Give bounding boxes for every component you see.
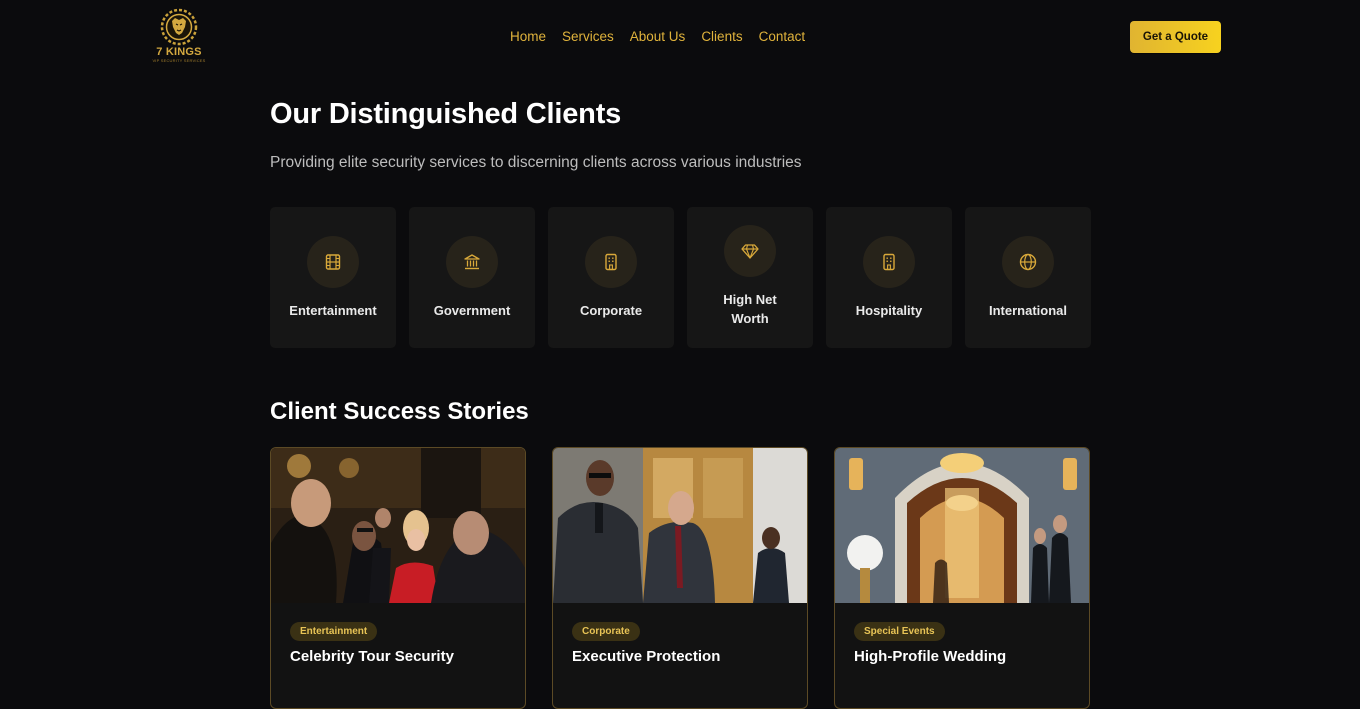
brand-name: 7 KINGS — [156, 46, 202, 58]
nav-clients[interactable]: Clients — [701, 28, 742, 46]
category-label: International — [988, 303, 1067, 318]
page-title: Our Distinguished Clients — [270, 98, 622, 130]
story-category-badge: Special Events — [854, 622, 945, 641]
navbar: 7 KINGS VIP SECURITY SERVICES Home Servi… — [0, 0, 1360, 76]
category-card-hospitality[interactable]: Hospitality — [826, 207, 952, 348]
category-card-high-net-worth[interactable]: High Net Worth — [687, 207, 813, 348]
category-label: Entertainment — [289, 303, 377, 318]
main-nav: Home Services About Us Clients Contact — [510, 28, 805, 46]
category-label: High Net Worth — [723, 292, 777, 326]
globe-icon — [1019, 253, 1037, 271]
nav-about-us[interactable]: About Us — [630, 28, 686, 46]
story-card-special-events[interactable]: Special Events High-Profile Wedding — [834, 447, 1090, 709]
diamond-icon — [741, 244, 759, 259]
lion-head-icon — [160, 8, 198, 46]
category-card-entertainment[interactable]: Entertainment — [270, 207, 396, 348]
category-label: Government — [433, 303, 511, 318]
story-image-executive-protection — [553, 448, 807, 603]
category-label: Hospitality — [855, 303, 923, 318]
nav-contact[interactable]: Contact — [759, 28, 806, 46]
story-card-entertainment[interactable]: Entertainment Celebrity Tour Security — [270, 447, 526, 709]
story-title: Celebrity Tour Security — [290, 648, 454, 665]
category-card-international[interactable]: International — [965, 207, 1091, 348]
success-stories-title: Client Success Stories — [270, 398, 529, 425]
category-card-government[interactable]: Government — [409, 207, 535, 348]
story-image-wedding-venue — [835, 448, 1089, 603]
story-title: Executive Protection — [572, 648, 721, 665]
category-card-corporate[interactable]: Corporate — [548, 207, 674, 348]
story-category-badge: Entertainment — [290, 622, 378, 641]
brand-logo[interactable]: 7 KINGS VIP SECURITY SERVICES — [150, 8, 208, 66]
brand-tagline: VIP SECURITY SERVICES — [152, 58, 206, 63]
story-card-corporate[interactable]: Corporate Executive Protection — [552, 447, 808, 709]
nav-home[interactable]: Home — [510, 28, 546, 46]
story-image-red-carpet — [271, 448, 525, 603]
get-a-quote-button[interactable]: Get a Quote — [1130, 21, 1221, 53]
success-stories-grid: Entertainment Celebrity Tour Security Co… — [270, 447, 1090, 709]
nav-services[interactable]: Services — [562, 28, 614, 46]
category-label: Corporate — [579, 303, 643, 318]
client-category-grid: Entertainment Government Corporate High … — [270, 207, 1091, 348]
building-icon — [605, 253, 617, 271]
film-icon — [325, 254, 341, 270]
landmark-icon — [464, 254, 480, 270]
page-subtitle: Providing elite security services to dis… — [270, 154, 802, 171]
hotel-icon — [883, 253, 895, 271]
story-category-badge: Corporate — [572, 622, 640, 641]
story-title: High-Profile Wedding — [854, 648, 1007, 665]
